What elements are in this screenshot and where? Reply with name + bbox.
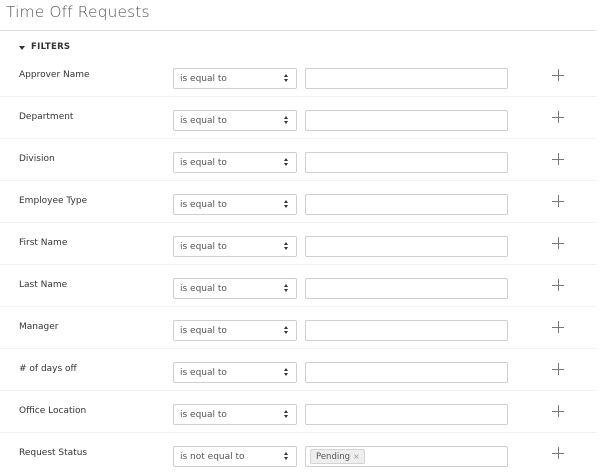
plus-icon[interactable] [551, 363, 565, 377]
operator-select[interactable]: is equal to [173, 320, 297, 341]
plus-icon[interactable] [551, 69, 565, 83]
filter-row-department: Department is equal to [0, 97, 597, 139]
filter-row-manager: Manager is equal to [0, 307, 597, 349]
operator-value: is equal to [180, 199, 227, 210]
operator-value: is equal to [180, 325, 227, 336]
filter-value-input[interactable] [305, 362, 508, 383]
filter-label: Employee Type [19, 196, 88, 206]
operator-select[interactable]: is equal to [173, 110, 297, 131]
filter-row-first-name: First Name is equal to [0, 223, 597, 265]
plus-icon[interactable] [551, 447, 565, 461]
filter-row-approver-name: Approver Name is equal to [0, 55, 597, 97]
operator-value: is equal to [180, 283, 227, 294]
sort-arrows-icon [284, 368, 290, 378]
filter-value-input[interactable] [305, 68, 508, 89]
sort-arrows-icon [284, 74, 290, 84]
operator-value: is equal to [180, 367, 227, 378]
operator-select[interactable]: is equal to [173, 236, 297, 257]
filter-label: # of days off [19, 364, 77, 374]
filters-toggle[interactable]: FILTERS [19, 42, 70, 52]
plus-icon[interactable] [551, 195, 565, 209]
page-title: Time Off Requests [6, 3, 150, 21]
filter-value-input[interactable] [305, 404, 508, 425]
filter-row-request-status: Request Status is not equal to Pending × [0, 433, 597, 474]
operator-select[interactable]: is not equal to [173, 446, 297, 467]
filter-label: Division [19, 154, 55, 164]
plus-icon[interactable] [551, 279, 565, 293]
title-divider [0, 30, 597, 31]
filter-value-input[interactable] [305, 236, 508, 257]
operator-select[interactable]: is equal to [173, 362, 297, 383]
filter-row-office-location: Office Location is equal to [0, 391, 597, 433]
operator-value: is equal to [180, 73, 227, 84]
operator-select[interactable]: is equal to [173, 404, 297, 425]
filter-row-of-days-off: # of days off is equal to [0, 349, 597, 391]
value-tag-label: Pending [316, 451, 350, 462]
operator-value: is not equal to [180, 451, 245, 462]
filter-label: Approver Name [19, 70, 90, 80]
operator-select[interactable]: is equal to [173, 278, 297, 299]
operator-value: is equal to [180, 157, 227, 168]
filter-value-input[interactable] [305, 278, 508, 299]
plus-icon[interactable] [551, 405, 565, 419]
operator-select[interactable]: is equal to [173, 152, 297, 173]
filter-row-employee-type: Employee Type is equal to [0, 181, 597, 223]
filter-value-input[interactable] [305, 110, 508, 131]
sort-arrows-icon [284, 410, 290, 420]
filter-label: Request Status [19, 448, 88, 458]
sort-arrows-icon [284, 326, 290, 336]
value-tag: Pending × [310, 449, 365, 464]
filter-value-input[interactable] [305, 152, 508, 173]
filter-label: Last Name [19, 280, 68, 290]
operator-select[interactable]: is equal to [173, 68, 297, 89]
plus-icon[interactable] [551, 237, 565, 251]
sort-arrows-icon [284, 284, 290, 294]
sort-arrows-icon [284, 158, 290, 168]
close-icon[interactable]: × [353, 452, 360, 461]
filter-label: Office Location [19, 406, 87, 416]
filter-row-last-name: Last Name is equal to [0, 265, 597, 307]
operator-value: is equal to [180, 115, 227, 126]
sort-arrows-icon [284, 200, 290, 210]
filter-label: Department [19, 112, 74, 122]
sort-arrows-icon [284, 242, 290, 252]
filter-label: First Name [19, 238, 68, 248]
plus-icon[interactable] [551, 111, 565, 125]
operator-value: is equal to [180, 409, 227, 420]
filter-list: Approver Name is equal to Department is equ… [0, 55, 597, 474]
filter-value-input[interactable] [305, 194, 508, 215]
filters-label: FILTERS [31, 42, 71, 52]
filter-label: Manager [19, 322, 59, 332]
plus-icon[interactable] [551, 153, 565, 167]
filter-row-division: Division is equal to [0, 139, 597, 181]
operator-select[interactable]: is equal to [173, 194, 297, 215]
caret-down-icon [19, 45, 25, 50]
sort-arrows-icon [284, 116, 290, 126]
operator-value: is equal to [180, 241, 227, 252]
plus-icon[interactable] [551, 321, 565, 335]
filter-value-input[interactable] [305, 320, 508, 341]
sort-arrows-icon [284, 452, 290, 462]
filter-value-input[interactable]: Pending × [305, 446, 508, 467]
